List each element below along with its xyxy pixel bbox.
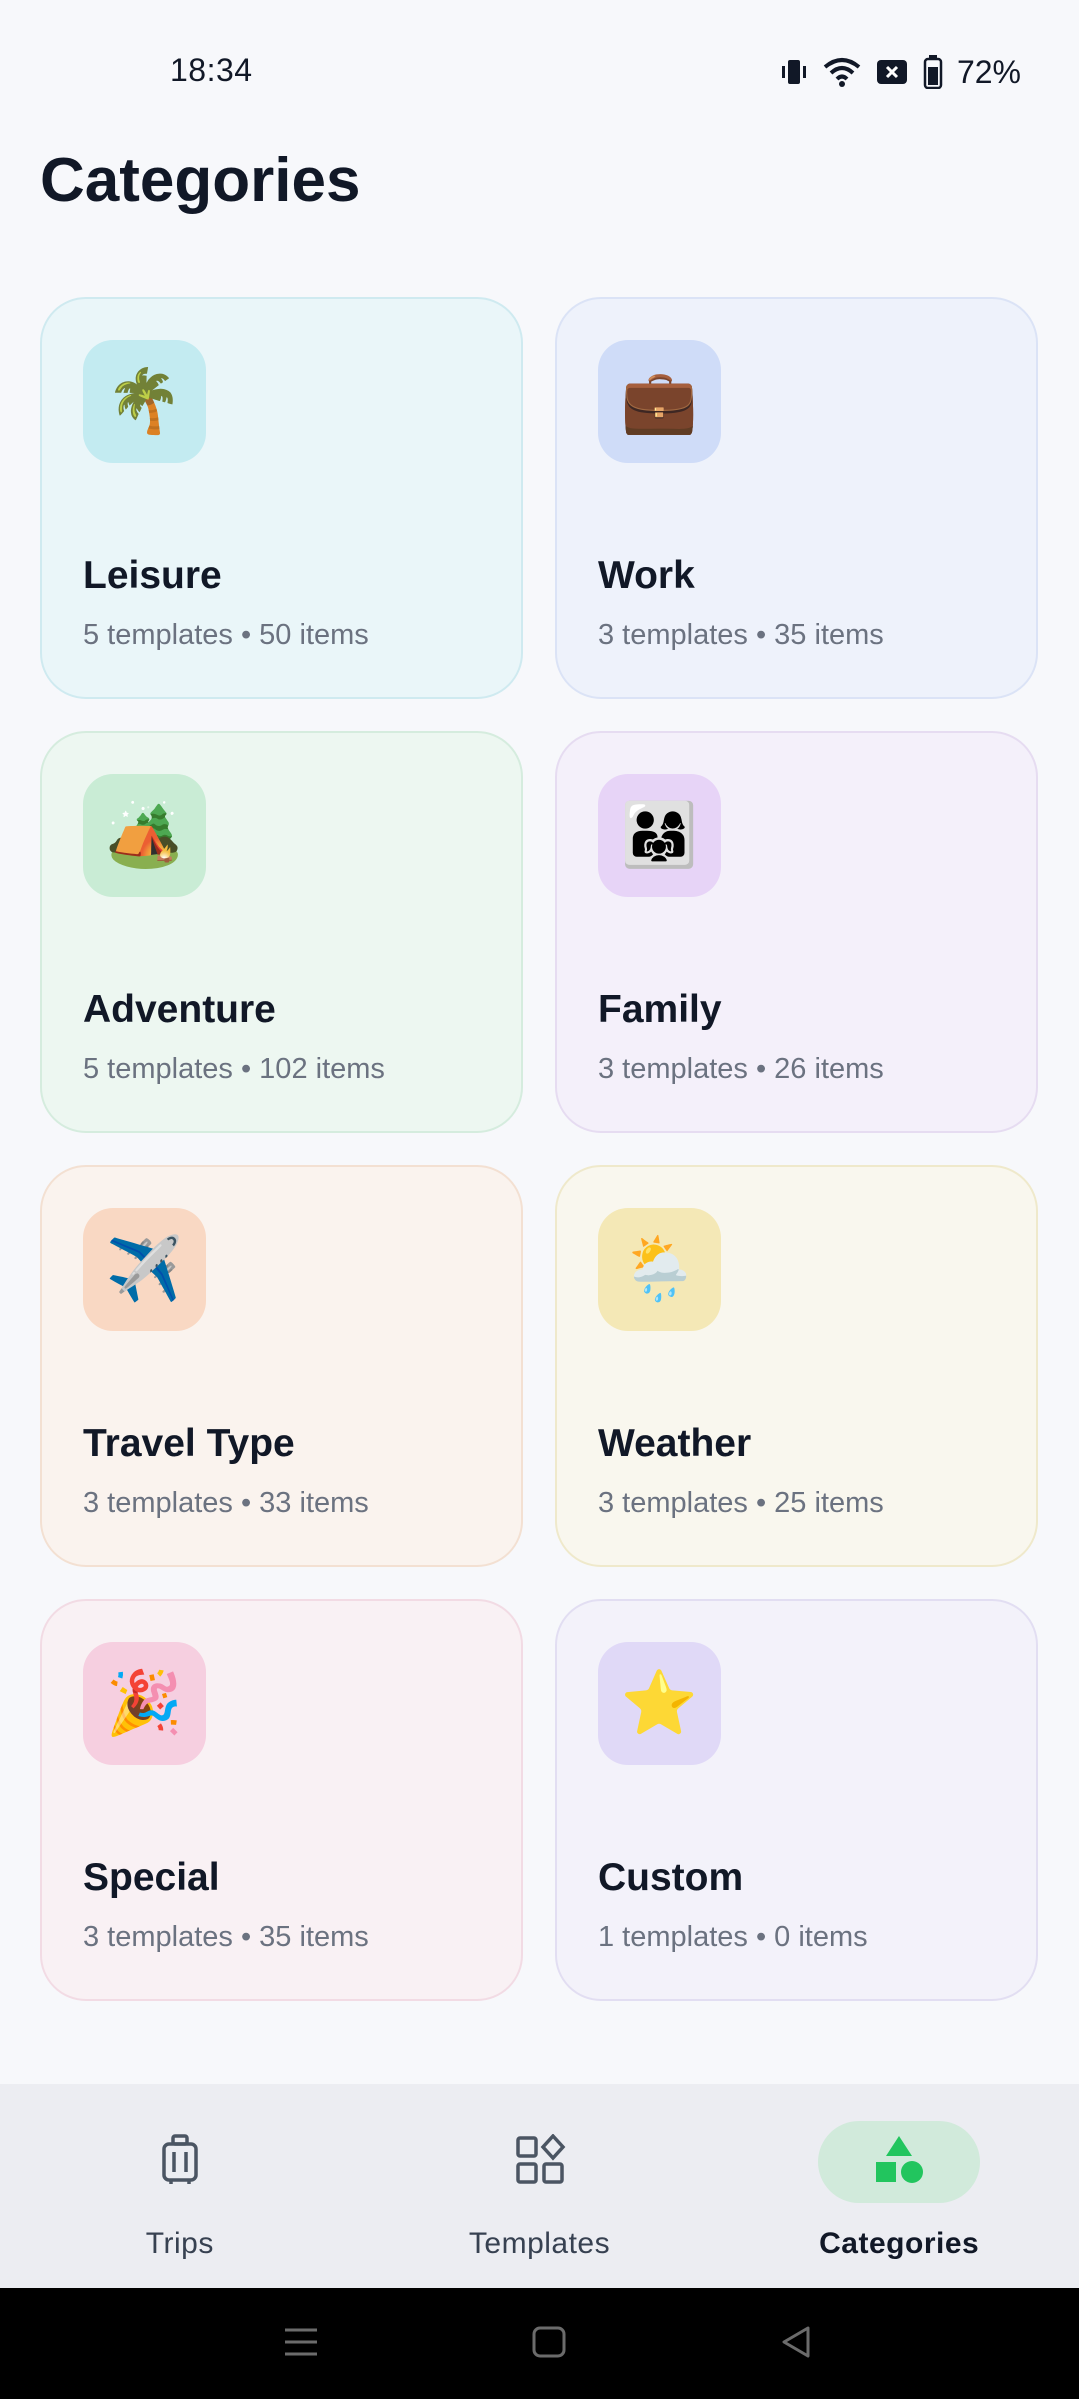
nav-item-templates[interactable]: Templates: [360, 2084, 720, 2288]
category-title: Weather: [598, 1422, 752, 1465]
category-card-weather[interactable]: 🌦️ Weather 3 templates • 25 items: [555, 1165, 1038, 1567]
status-icons: 72%: [779, 52, 1021, 92]
star-icon: ⭐: [598, 1642, 721, 1765]
back-icon[interactable]: [780, 2324, 812, 2365]
bottom-navigation: Trips Templates Categories: [0, 2084, 1079, 2288]
category-card-custom[interactable]: ⭐ Custom 1 templates • 0 items: [555, 1599, 1038, 2001]
luggage-icon: [158, 2133, 202, 2191]
home-icon[interactable]: [532, 2324, 566, 2365]
status-bar: 18:34 72%: [0, 0, 1079, 144]
category-grid: 🌴 Leisure 5 templates • 50 items 💼 Work …: [40, 297, 1038, 2001]
weather-icon: 🌦️: [598, 1208, 721, 1331]
categories-icon: [872, 2134, 926, 2191]
category-subtitle: 3 templates • 26 items: [598, 1053, 884, 1085]
no-sim-icon: [875, 57, 909, 87]
wifi-icon: [823, 57, 861, 87]
nav-label: Templates: [468, 2227, 611, 2260]
category-card-special[interactable]: 🎉 Special 3 templates • 35 items: [40, 1599, 523, 2001]
nav-label: Categories: [819, 2227, 980, 2260]
menu-icon[interactable]: [283, 2324, 319, 2365]
party-popper-icon: 🎉: [83, 1642, 206, 1765]
airplane-icon: ✈️: [83, 1208, 206, 1331]
system-navigation-bar: [0, 2288, 1079, 2399]
category-subtitle: 5 templates • 102 items: [83, 1053, 385, 1085]
category-subtitle: 3 templates • 33 items: [83, 1487, 369, 1519]
nav-item-trips[interactable]: Trips: [0, 2084, 360, 2288]
category-title: Travel Type: [83, 1422, 295, 1465]
category-card-family[interactable]: 👨‍👩‍👧 Family 3 templates • 26 items: [555, 731, 1038, 1133]
vibrate-icon: [779, 57, 809, 87]
category-card-work[interactable]: 💼 Work 3 templates • 35 items: [555, 297, 1038, 699]
category-title: Special: [83, 1856, 220, 1899]
category-title: Family: [598, 988, 722, 1031]
category-card-leisure[interactable]: 🌴 Leisure 5 templates • 50 items: [40, 297, 523, 699]
category-subtitle: 3 templates • 25 items: [598, 1487, 884, 1519]
status-time: 18:34: [170, 52, 253, 88]
briefcase-icon: 💼: [598, 340, 721, 463]
category-title: Custom: [598, 1856, 744, 1899]
category-subtitle: 3 templates • 35 items: [83, 1921, 369, 1953]
nav-icon-container-active: [818, 2121, 981, 2203]
templates-icon: [514, 2132, 566, 2191]
category-title: Work: [598, 554, 695, 597]
page-title: Categories: [40, 146, 361, 215]
battery-icon: [923, 55, 943, 89]
palm-tree-icon: 🌴: [83, 340, 206, 463]
category-subtitle: 5 templates • 50 items: [83, 619, 369, 651]
nav-label: Trips: [145, 2227, 214, 2260]
nav-icon-container: [459, 2121, 621, 2203]
family-icon: 👨‍👩‍👧: [598, 774, 721, 897]
category-subtitle: 1 templates • 0 items: [598, 1921, 868, 1953]
category-title: Adventure: [83, 988, 276, 1031]
nav-item-categories[interactable]: Categories: [719, 2084, 1079, 2288]
battery-percentage: 72%: [956, 53, 1021, 90]
nav-icon-container: [99, 2121, 261, 2203]
category-card-adventure[interactable]: 🏕️ Adventure 5 templates • 102 items: [40, 731, 523, 1133]
category-title: Leisure: [83, 554, 222, 597]
category-subtitle: 3 templates • 35 items: [598, 619, 884, 651]
category-card-travel-type[interactable]: ✈️ Travel Type 3 templates • 33 items: [40, 1165, 523, 1567]
camping-icon: 🏕️: [83, 774, 206, 897]
